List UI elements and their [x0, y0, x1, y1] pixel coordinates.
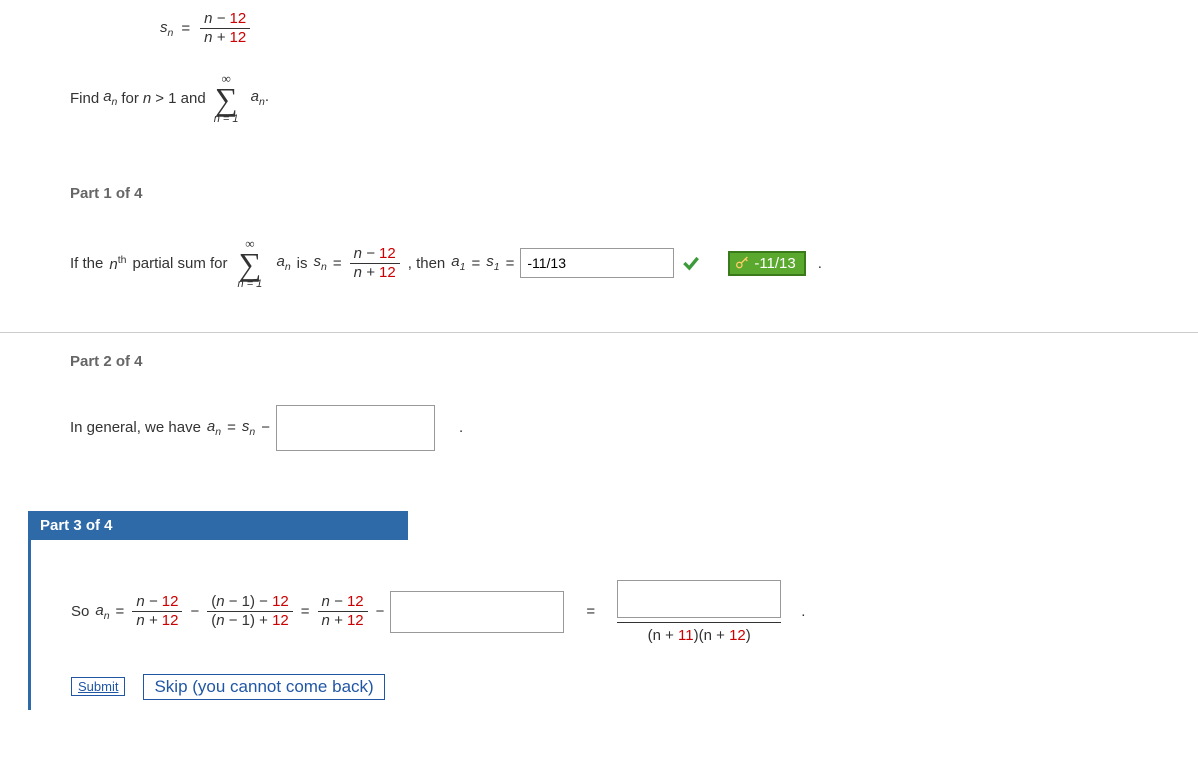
sub-n: n [168, 27, 174, 39]
sn-definition: sn = n − 12 n + 12 [90, 0, 1198, 67]
fraction-input-result: (n + 11)(n + 12) [617, 580, 781, 644]
problem-container: sn = n − 12 n + 12 Find an for n > 1 and… [0, 0, 1198, 740]
part3-row: So an = n − 12 n + 12 − (n − 1) − 12 (n … [31, 540, 1198, 664]
part3-answer-input-1[interactable] [390, 591, 564, 633]
equals: = [181, 20, 190, 37]
part1-label: Part 1 of 4 [0, 165, 1198, 222]
part3-header: Part 3 of 4 [28, 511, 408, 540]
part3-answer-input-2[interactable] [617, 580, 781, 618]
submit-button[interactable]: Submit [71, 677, 125, 696]
key-answer-text: -11/13 [754, 255, 795, 272]
fraction-sn: n − 12 n + 12 [200, 10, 250, 47]
part2-label: Part 2 of 4 [0, 333, 1198, 390]
problem-statement: Find an for n > 1 and ∞ ∑ n = 1 an. [0, 67, 1198, 165]
key-answer-badge: -11/13 [728, 251, 805, 276]
part3-body: So an = n − 12 n + 12 − (n − 1) − 12 (n … [28, 540, 1198, 710]
skip-button[interactable]: Skip (you cannot come back) [143, 674, 384, 700]
var-s: s [160, 19, 168, 36]
result-denominator: (n + 11)(n + 12) [648, 627, 751, 644]
sigma-notation: ∞ ∑ n = 1 [214, 72, 239, 125]
buttons-row: Submit Skip (you cannot come back) [31, 664, 1198, 710]
check-icon [680, 252, 702, 274]
sigma-icon: ∑ [239, 250, 262, 279]
fraction-p1: n − 12 n + 12 [350, 245, 400, 282]
part1-answer-input[interactable] [520, 248, 674, 278]
part1-row: If the nth partial sum for ∞ ∑ n = 1 an … [0, 222, 1198, 320]
sigma-icon: ∑ [215, 85, 238, 114]
part2-answer-input[interactable] [276, 405, 435, 451]
key-icon [734, 255, 750, 271]
fraction-p3c: n − 12 n + 12 [318, 593, 368, 630]
sigma-notation-2: ∞ ∑ n = 1 [238, 237, 263, 290]
fraction-p3b: (n − 1) − 12 (n − 1) + 12 [207, 593, 293, 630]
fraction-p3a: n − 12 n + 12 [132, 593, 182, 630]
part2-row: In general, we have an = sn − . [0, 390, 1198, 481]
